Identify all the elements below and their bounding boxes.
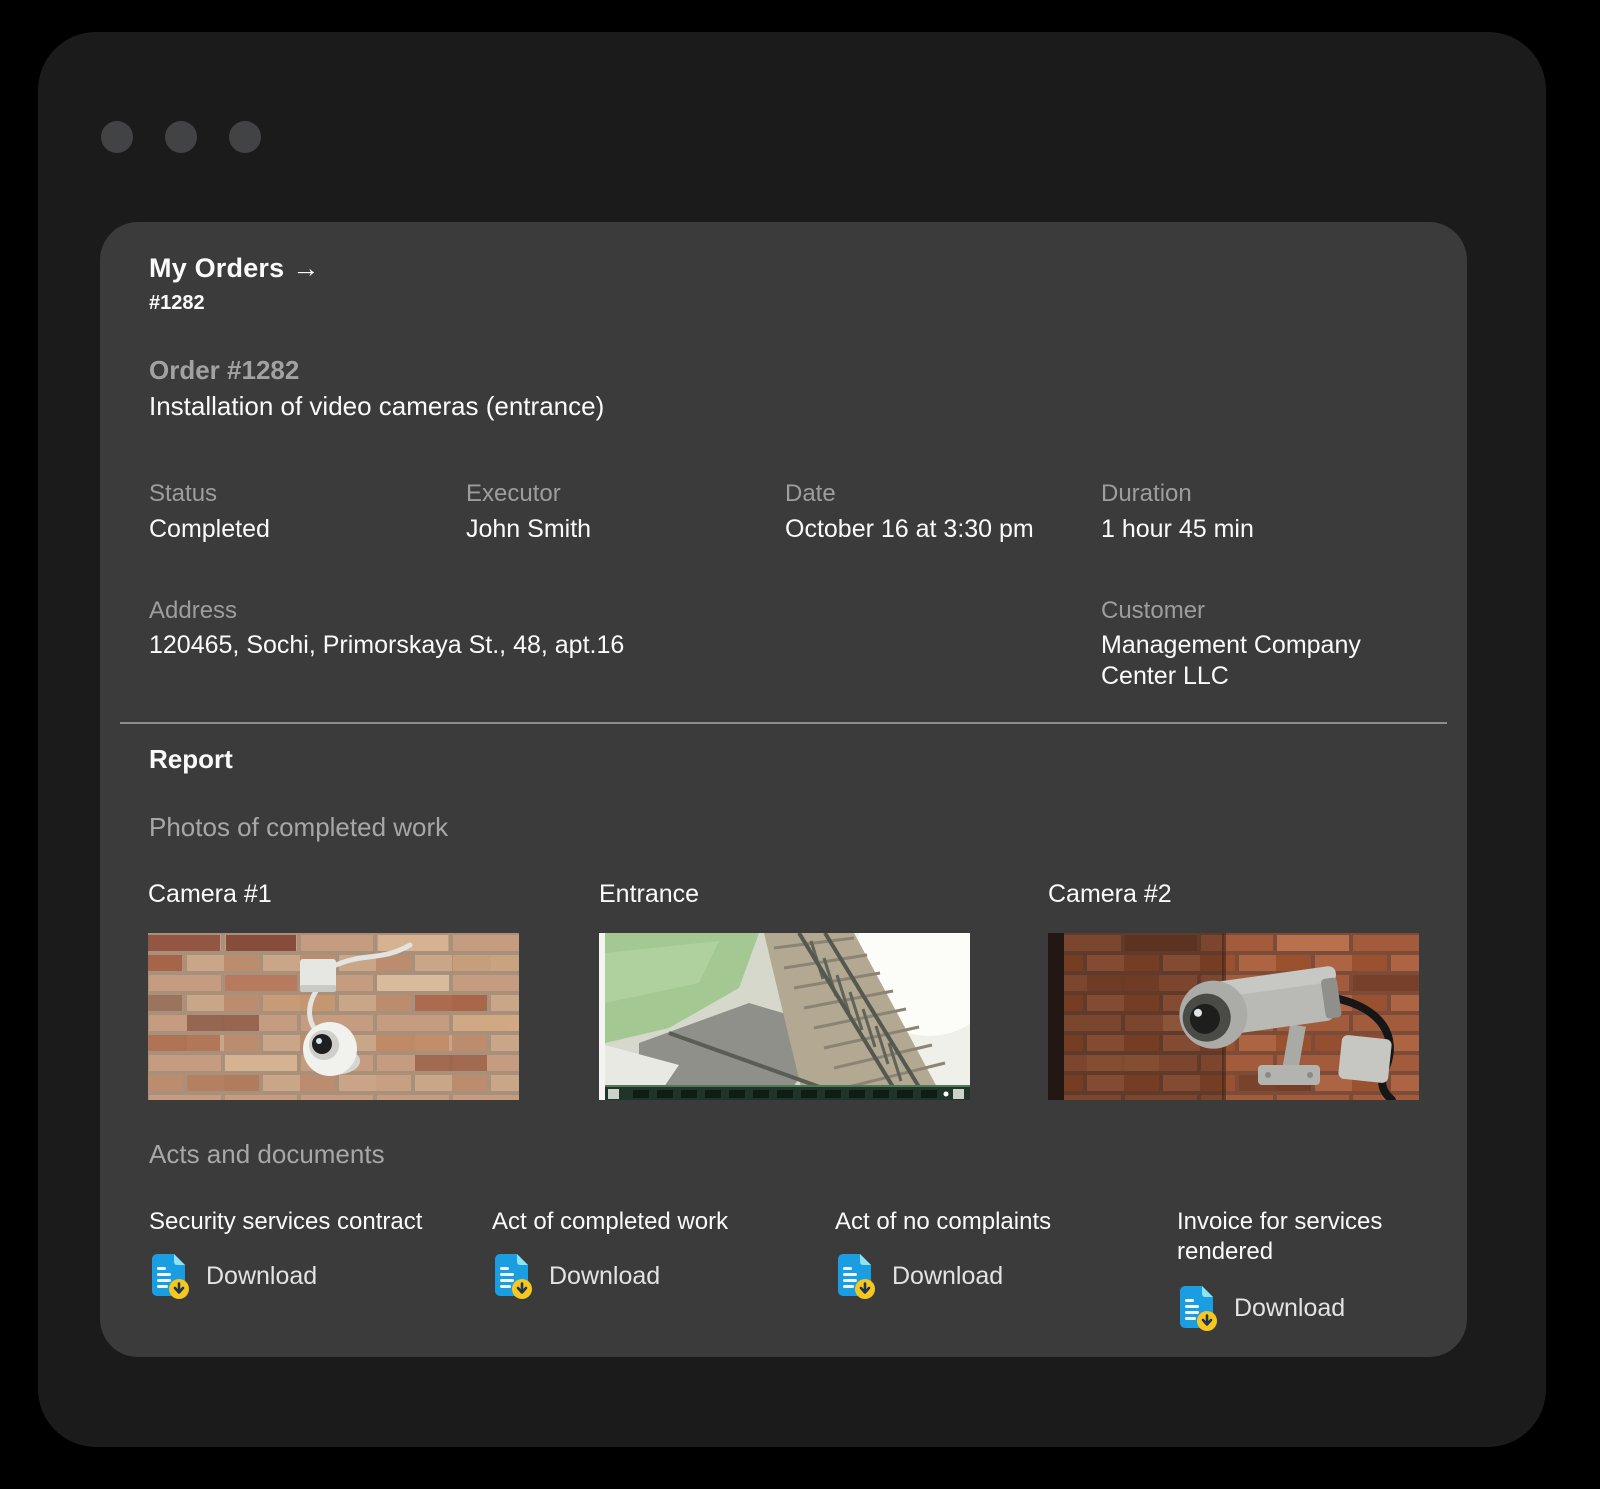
photo-label-entrance: Entrance [599,880,700,908]
doc-title-security-contract: Security services contract [149,1208,423,1235]
duration-value: 1 hour 45 min [1101,515,1254,543]
status-label: Status [149,480,218,507]
address-value: 120465, Sochi, Primorskaya St., 48, apt.… [149,631,625,659]
customer-label: Customer [1101,597,1206,624]
document-download-icon [838,1254,875,1299]
photo-camera-1[interactable] [148,933,519,1100]
doc-title-invoice: Invoice for services rendered [1177,1208,1383,1265]
browser-window: My Orders → #1282 Order #1282 Installatio… [38,32,1546,1447]
download-label: Download [892,1261,1004,1290]
divider [120,722,1447,724]
order-card: My Orders → #1282 Order #1282 Installatio… [100,222,1467,1357]
report-title: Report [149,744,233,774]
executor-value: John Smith [466,515,592,543]
bullet-camera-photo-graphic [1048,933,1419,1100]
date-value: October 16 at 3:30 pm [785,515,1034,543]
breadcrumb-order-ref: #1282 [149,292,205,314]
document-download-icon [495,1254,532,1299]
document-download-icon [1180,1286,1217,1331]
executor-label: Executor [466,480,561,507]
window-controls [101,121,261,153]
download-link-act-no-complaints[interactable]: Download [835,1252,1003,1300]
download-link-act-completed[interactable]: Download [492,1252,660,1300]
document-download-icon [152,1254,189,1299]
breadcrumb[interactable]: My Orders → [149,253,320,284]
duration-label: Duration [1101,480,1192,507]
date-label: Date [785,480,836,507]
address-label: Address [149,597,238,624]
download-label: Download [1234,1293,1346,1322]
window-control-dot[interactable] [101,121,133,153]
order-heading: Order #1282 [149,355,300,385]
photo-label-camera-2: Camera #2 [1048,880,1172,908]
photo-camera-2[interactable] [1048,933,1419,1100]
download-label: Download [549,1261,661,1290]
photo-entrance[interactable] [599,933,970,1100]
arrow-right-icon: → [292,253,320,283]
window-control-dot[interactable] [229,121,261,153]
order-subtitle: Installation of video cameras (entrance) [149,391,605,421]
dome-camera-photo-graphic [148,933,519,1100]
doc-title-act-no-complaints: Act of no complaints [835,1208,1052,1235]
status-value: Completed [149,515,270,543]
download-link-invoice[interactable]: Download [1177,1284,1345,1332]
stairwell-photo-graphic [599,933,970,1100]
doc-title-act-completed: Act of completed work [492,1208,729,1235]
photo-label-camera-1: Camera #1 [148,880,272,908]
customer-value: Management Company Center LLC [1101,631,1361,690]
documents-heading: Acts and documents [149,1139,385,1169]
download-label: Download [206,1261,318,1290]
photos-heading: Photos of completed work [149,812,449,842]
download-link-security-contract[interactable]: Download [149,1252,317,1300]
breadcrumb-title: My Orders [149,253,285,283]
window-control-dot[interactable] [165,121,197,153]
